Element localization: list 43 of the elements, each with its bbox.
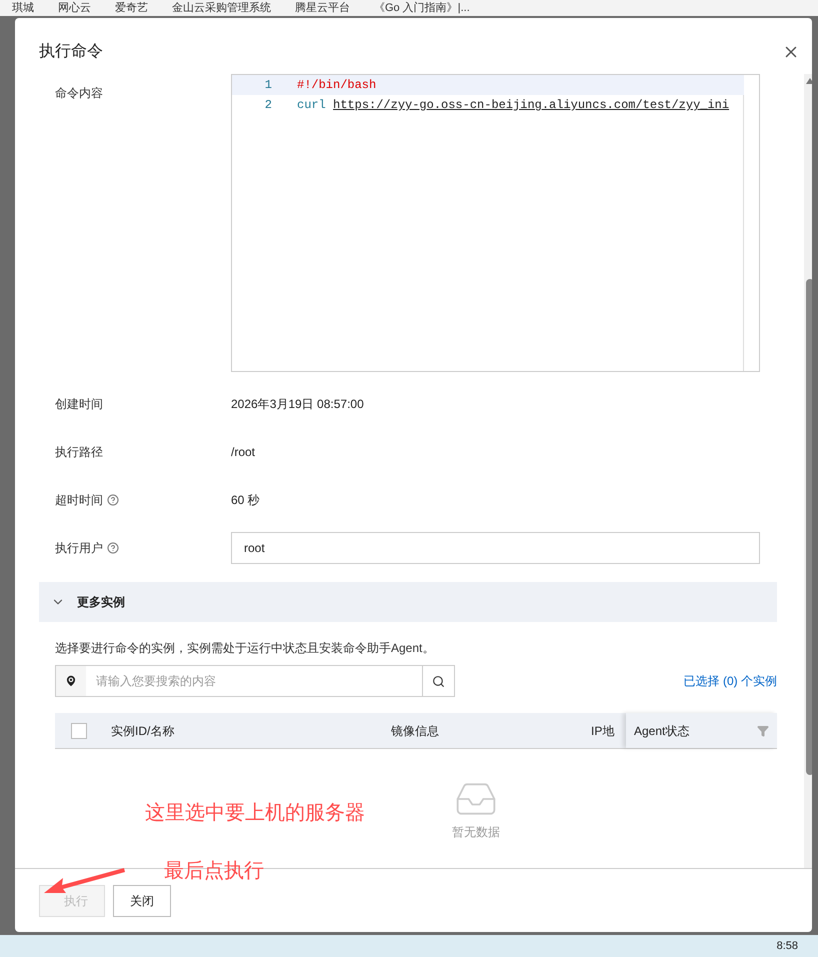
field-label: 执行路径 [55,444,103,461]
search-field[interactable]: 请输入您要搜索的内容 [55,665,455,697]
selected-count-link[interactable]: 已选择 (0) 个实例 [684,672,777,690]
bookmark-link[interactable]: 网心云 [58,2,91,14]
field-value: 2026年3月19日 08:57:00 [231,396,364,413]
clock-text: 8:58 [776,938,798,954]
help-icon[interactable] [107,494,119,506]
column-header: 镜像信息 [391,722,440,740]
field-value: /root [231,444,256,461]
help-icon[interactable] [107,542,119,554]
bookmark-link[interactable]: 腾星云平台 [295,2,350,14]
section-title: 更多实例 [77,594,125,611]
scroll-up-icon[interactable] [806,78,812,84]
section-header[interactable]: 更多实例 [39,582,777,622]
field-value: 60 秒 [231,492,260,509]
input-field[interactable]: root [231,532,760,564]
code-line: #!/bin/bash [297,77,376,94]
bookmark-link[interactable]: 金山云采购管理系统 [172,2,271,14]
pin-icon [64,674,78,688]
annotation-text: 这里选中要上机的服务器 [145,801,365,826]
field-label: 创建时间 [55,396,103,413]
column-header: Agent状态 [634,722,690,740]
line-number: 2 [264,97,272,114]
search-icon[interactable] [432,674,445,688]
code-editor[interactable]: 1 #!/bin/bash 2 curl https://zyy-go.oss-cn-beijing.aliyuncs.com/test/zyy_ini [231,74,760,372]
field-label: 执行用户 [55,540,103,557]
search-input[interactable]: 请输入您要搜索的内容 [86,672,422,690]
code-line: curl https://zyy-go.oss-cn-beijing.aliyuncs.com/test/zyy_ini [297,97,730,114]
close-button[interactable]: 关闭 [113,884,171,916]
bookmark-link[interactable]: 琪城 [12,2,34,14]
bookmark-link[interactable]: 爱奇艺 [115,2,148,14]
bookmark-link[interactable]: 《Go 入门指南》|... [374,2,470,14]
line-number: 1 [264,77,272,94]
arrow-icon [42,866,126,896]
field-label: 超时时间 [55,492,103,509]
field-label: 命令内容 [55,85,104,102]
annotation-text: 最后点执行 [164,859,264,884]
select-all-checkbox[interactable] [71,722,87,738]
dialog-title: 执行命令 [39,42,103,62]
column-header: IP地 [591,722,614,740]
hint-text: 选择要进行命令的实例，实例需处于运行中状态且安装命令助手Agent。 [55,640,436,657]
column-header: 实例ID/名称 [111,722,176,740]
empty-text: 暂无数据 [452,824,500,841]
